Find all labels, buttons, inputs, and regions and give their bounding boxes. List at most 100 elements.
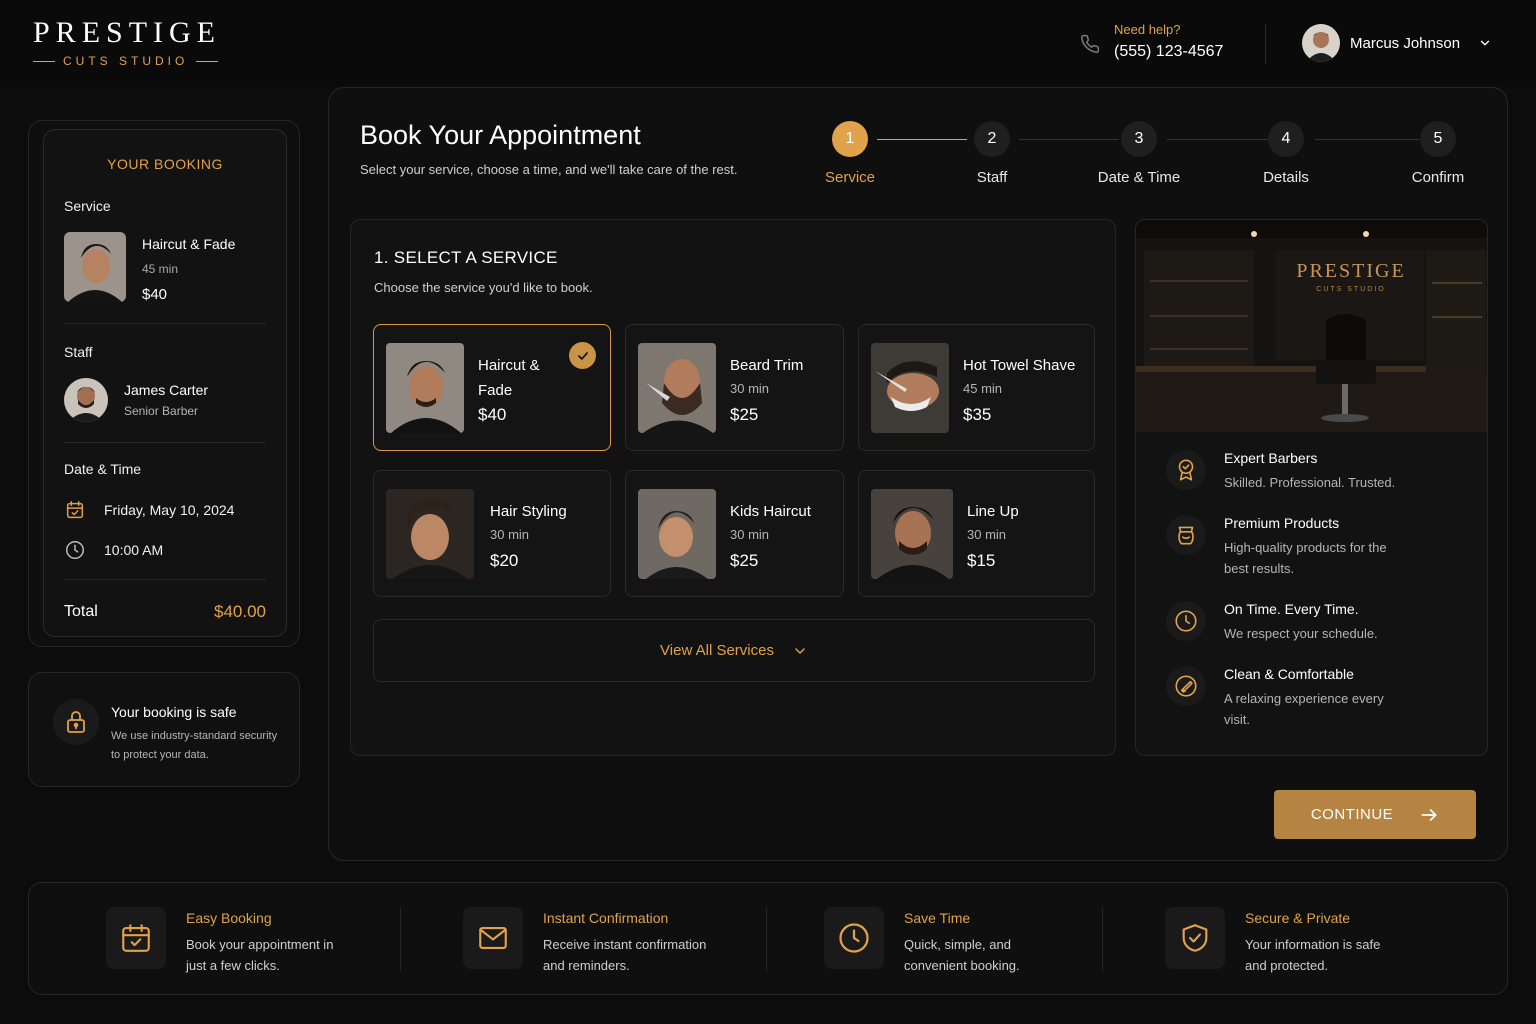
service-image — [386, 489, 474, 579]
service-image — [638, 343, 716, 433]
calendar-icon — [64, 499, 86, 521]
shop-sign: PRESTIGE CUTS STUDIO — [1286, 260, 1416, 293]
help-contact[interactable]: Need help? (555) 123-4567 — [1080, 22, 1223, 61]
summary-service-duration: 45 min — [142, 262, 179, 276]
chevron-down-icon — [1478, 36, 1492, 50]
brand-tagline-row: CUTS STUDIO — [33, 54, 221, 68]
user-menu[interactable]: Marcus Johnson — [1302, 24, 1492, 62]
service-name: Hair Styling — [490, 503, 567, 520]
step-number: 1 — [832, 121, 868, 157]
service-price: $20 — [490, 551, 519, 570]
service-card-beard-trim[interactable]: Beard Trim 30 min $25 — [625, 324, 844, 451]
benefit-title: Secure & Private — [1245, 910, 1351, 926]
booking-summary-card: YOUR BOOKING Service Haircut & Fade 45 m… — [28, 120, 300, 647]
service-price: $35 — [963, 405, 992, 424]
service-name: Kids Haircut — [730, 503, 811, 520]
security-notice-title: Your booking is safe — [111, 704, 237, 720]
feature-text: We respect your schedule. — [1224, 626, 1378, 641]
brand-logo[interactable]: PRESTIGE CUTS STUDIO — [33, 18, 221, 68]
tagline-rule-right — [196, 60, 219, 62]
step-number: 3 — [1121, 121, 1157, 157]
award-icon — [1166, 450, 1206, 490]
page-subtitle: Select your service, choose a time, and … — [360, 162, 738, 177]
service-name: Hot Towel Shave — [963, 357, 1076, 374]
feature-text: Skilled. Professional. Trusted. — [1224, 475, 1396, 490]
staff-role: Senior Barber — [124, 404, 199, 418]
summary-divider — [64, 323, 266, 324]
product-icon — [1166, 515, 1206, 555]
service-image — [871, 343, 949, 433]
brand-tagline: CUTS STUDIO — [63, 54, 189, 68]
service-section-title: 1. SELECT A SERVICE — [374, 248, 558, 267]
service-name: Line Up — [967, 503, 1019, 520]
service-duration: 30 min — [490, 527, 530, 542]
staff-name: James Carter — [124, 382, 209, 398]
benefit-divider — [766, 907, 767, 971]
view-all-label: View All Services — [660, 642, 774, 659]
razor-icon — [1166, 666, 1206, 706]
benefit-divider — [1102, 907, 1103, 971]
service-duration: 30 min — [967, 527, 1007, 542]
service-section-subtitle: Choose the service you'd like to book. — [374, 280, 593, 295]
service-card-line-up[interactable]: Line Up 30 min $15 — [858, 470, 1095, 597]
step-service[interactable]: 1 Service — [805, 121, 895, 186]
summary-service-name: Haircut & Fade — [142, 236, 236, 252]
summary-service-label: Service — [64, 198, 111, 214]
service-image — [386, 343, 464, 433]
help-label: Need help? — [1114, 22, 1181, 37]
service-price: $25 — [730, 405, 759, 424]
summary-datetime-label: Date & Time — [64, 461, 142, 477]
step-label: Service — [824, 169, 876, 186]
service-price: $25 — [730, 551, 759, 570]
service-card-hot-towel-shave[interactable]: Hot Towel Shave 45 min $35 — [858, 324, 1095, 451]
feature-title: On Time. Every Time. — [1224, 601, 1359, 617]
continue-label: CONTINUE — [1310, 806, 1394, 823]
benefit-text: Book your appointment in just a few clic… — [186, 937, 334, 973]
service-image — [638, 489, 716, 579]
lock-icon — [53, 699, 99, 745]
service-price: $15 — [967, 551, 996, 570]
shield-check-icon — [1165, 907, 1225, 969]
summary-service: Haircut & Fade 45 min $40 — [64, 232, 266, 303]
step-date-time[interactable]: 3 Date & Time — [1094, 121, 1184, 186]
benefit-title: Easy Booking — [186, 910, 272, 926]
service-card-haircut-fade[interactable]: Haircut & Fade $40 — [373, 324, 611, 451]
continue-button[interactable]: CONTINUE — [1274, 790, 1476, 839]
benefits-bar: Easy Booking Book your appointment in ju… — [28, 882, 1508, 995]
service-price: $40 — [478, 405, 507, 424]
calendar-check-icon — [106, 907, 166, 969]
help-phone-number[interactable]: (555) 123-4567 — [1114, 43, 1223, 61]
checkmark-icon — [569, 342, 596, 369]
service-card-hair-styling[interactable]: Hair Styling 30 min $20 — [373, 470, 611, 597]
step-label: Date & Time — [1097, 169, 1181, 186]
shop-sign-sub: CUTS STUDIO — [1316, 286, 1386, 293]
summary-divider — [64, 579, 266, 580]
service-card-kids-haircut[interactable]: Kids Haircut 30 min $25 — [625, 470, 844, 597]
step-number: 2 — [974, 121, 1010, 157]
summary-date: Friday, May 10, 2024 — [104, 502, 235, 518]
feature-title: Clean & Comfortable — [1224, 666, 1354, 682]
feature-text: High-quality products for the best resul… — [1224, 540, 1387, 576]
step-details[interactable]: 4 Details — [1241, 121, 1331, 186]
benefit-text: Your information is safe and protected. — [1245, 937, 1381, 973]
shop-sign-name: PRESTIGE — [1296, 260, 1406, 282]
summary-date-row: Friday, May 10, 2024 — [64, 499, 266, 521]
summary-time: 10:00 AM — [104, 542, 164, 558]
step-confirm[interactable]: 5 Confirm — [1393, 121, 1483, 186]
user-name: Marcus Johnson — [1350, 34, 1461, 52]
staff-avatar — [64, 378, 108, 422]
top-header: PRESTIGE CUTS STUDIO Need help? (555) 12… — [0, 0, 1536, 86]
view-all-services-button[interactable]: View All Services — [373, 619, 1095, 682]
benefit-easy-booking: Easy Booking Book your appointment in ju… — [106, 907, 346, 976]
step-staff[interactable]: 2 Staff — [947, 121, 1037, 186]
feature-expert-barbers: Expert Barbers Skilled. Professional. Tr… — [1166, 450, 1395, 493]
clock-icon — [824, 907, 884, 969]
service-image — [871, 489, 953, 579]
feature-on-time: On Time. Every Time. We respect your sch… — [1166, 601, 1378, 644]
service-duration: 30 min — [730, 527, 770, 542]
booking-summary-inner: YOUR BOOKING Service Haircut & Fade 45 m… — [43, 129, 287, 637]
booking-summary-title: YOUR BOOKING — [107, 156, 223, 172]
benefit-text: Receive instant confirmation and reminde… — [543, 937, 707, 973]
summary-divider — [64, 442, 266, 443]
service-name: Beard Trim — [730, 357, 804, 374]
